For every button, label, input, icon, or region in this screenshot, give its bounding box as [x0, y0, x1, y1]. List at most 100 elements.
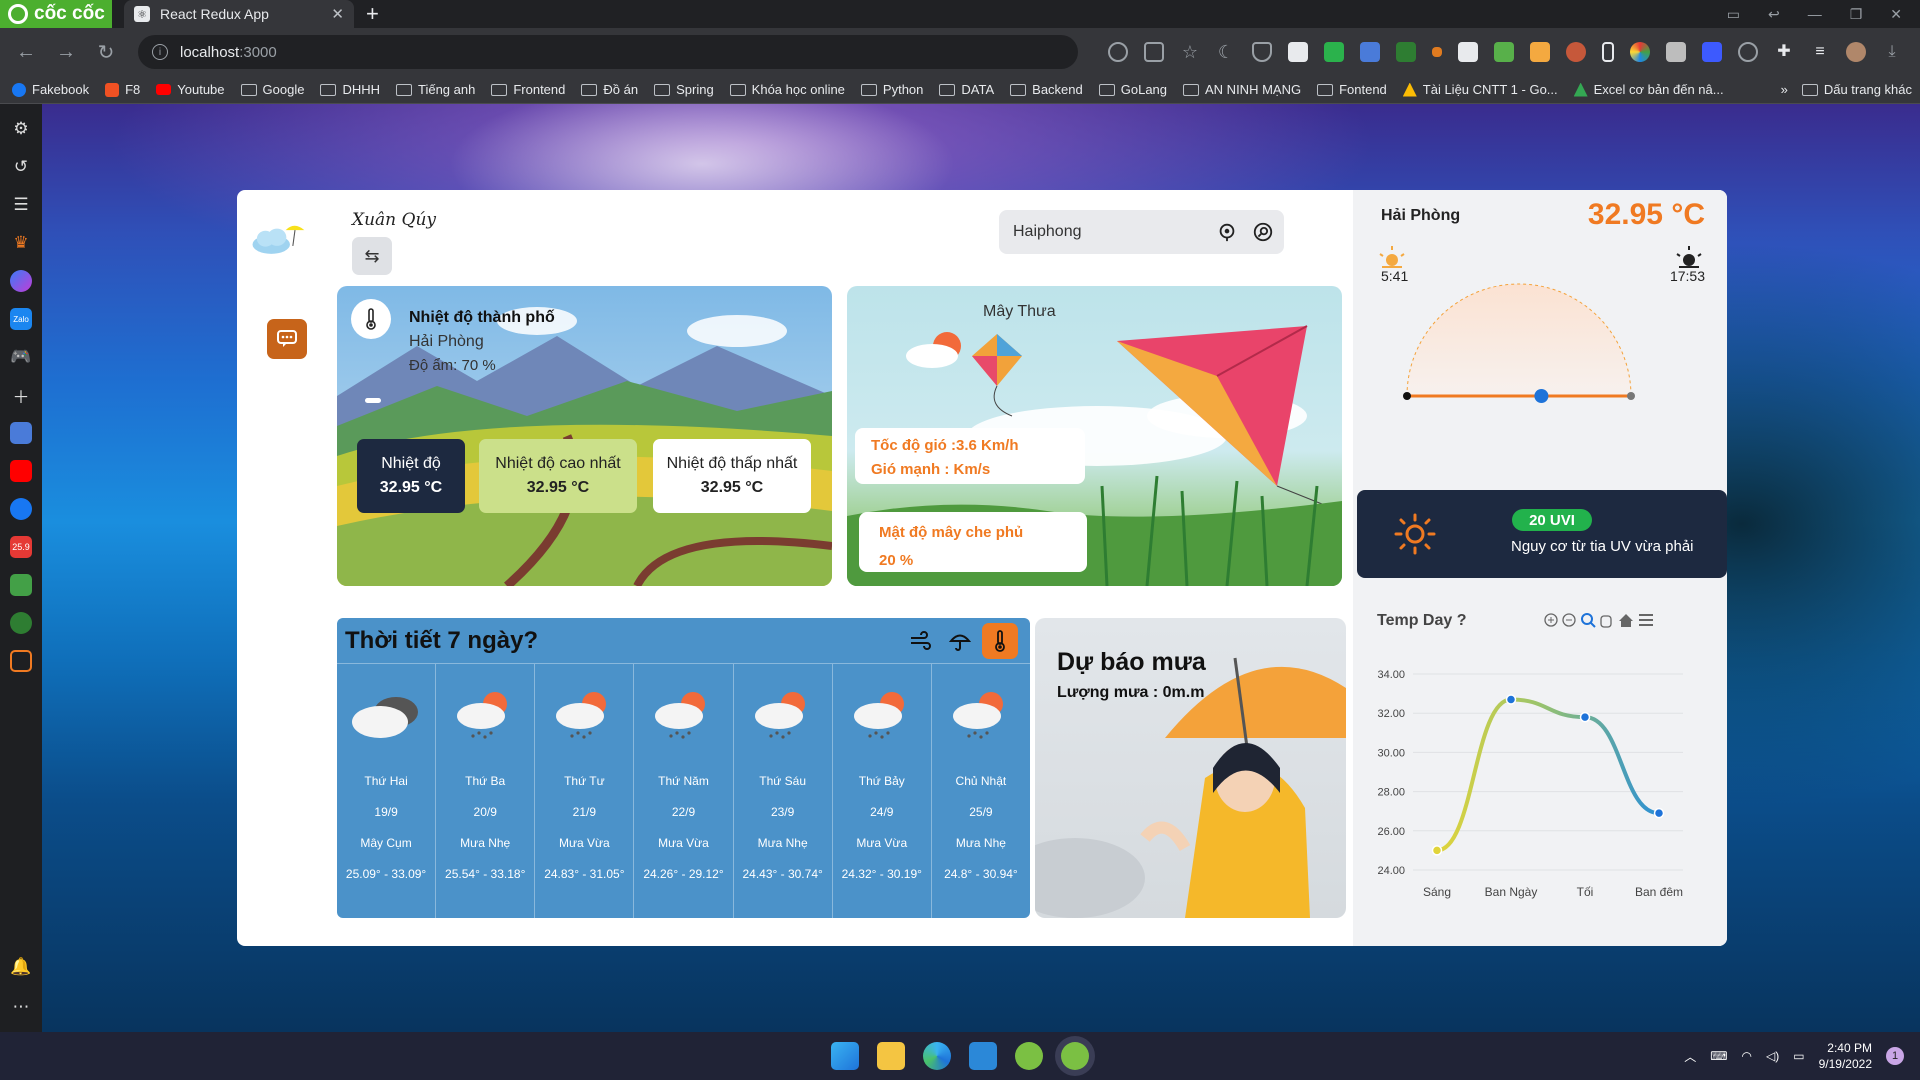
- youtube-app-icon[interactable]: [10, 460, 32, 482]
- bookmark-folder[interactable]: Frontend: [491, 82, 565, 97]
- bookmark-folder[interactable]: Đồ án: [581, 82, 638, 97]
- forward-icon[interactable]: →: [46, 41, 86, 64]
- close-window-icon[interactable]: ✕: [1890, 6, 1902, 23]
- zoom-out-icon[interactable]: [1562, 613, 1576, 627]
- bookmark-item[interactable]: F8: [105, 82, 140, 97]
- data-point[interactable]: [1653, 807, 1665, 819]
- bookmark-item[interactable]: Tài Liệu CNTT 1 - Go...: [1402, 82, 1558, 97]
- temperature-mode-button[interactable]: [982, 622, 1018, 659]
- forecast-day[interactable]: Thứ Sáu 23/9 Mưa Nhẹ 24.43° - 30.74°: [734, 664, 833, 918]
- crown-icon[interactable]: ♛: [10, 232, 32, 254]
- home-icon[interactable]: [1619, 614, 1633, 627]
- bookmark-item[interactable]: Fakebook: [12, 82, 89, 97]
- bookmark-folder[interactable]: Fontend: [1317, 82, 1387, 97]
- share-icon[interactable]: [1144, 42, 1164, 62]
- bookmark-folder-other[interactable]: Dấu trang khác: [1801, 82, 1912, 97]
- umbrella-mode-button[interactable]: [942, 623, 978, 659]
- language-icon[interactable]: ⌨: [1710, 1049, 1727, 1063]
- shop-app-icon[interactable]: [10, 650, 32, 672]
- extension-icon-1[interactable]: [1396, 42, 1416, 62]
- back-arrow-icon[interactable]: ↩: [1768, 6, 1780, 23]
- clock[interactable]: 2:40 PM 9/19/2022: [1819, 1040, 1872, 1072]
- minimize-icon[interactable]: —: [1808, 6, 1822, 23]
- phone-icon[interactable]: [1602, 42, 1614, 62]
- extension-icon-8[interactable]: [1702, 42, 1722, 62]
- extension-icon-7[interactable]: [1666, 42, 1686, 62]
- news-app-icon[interactable]: 25.9: [10, 536, 32, 558]
- bookmarks-more-button[interactable]: »: [1781, 82, 1788, 97]
- chevron-up-icon[interactable]: ︿: [1684, 1048, 1696, 1065]
- bookmark-folder[interactable]: DHHH: [320, 82, 380, 97]
- bookmark-folder[interactable]: Spring: [654, 82, 714, 97]
- url-field[interactable]: i localhost:3000: [138, 35, 1078, 69]
- battery-icon[interactable]: ▭: [1793, 1049, 1804, 1063]
- forecast-day[interactable]: Thứ Năm 22/9 Mưa Vừa 24.26° - 29.12°: [634, 664, 734, 918]
- chat-button[interactable]: [267, 319, 307, 359]
- chat-app-icon[interactable]: [10, 612, 32, 634]
- locate-icon[interactable]: [1216, 221, 1238, 243]
- vpn-extension-icon[interactable]: [1324, 42, 1344, 62]
- calendar-app-icon[interactable]: [10, 574, 32, 596]
- volume-icon[interactable]: ◁): [1766, 1049, 1779, 1063]
- wind-mode-button[interactable]: [902, 623, 938, 659]
- bookmark-folder[interactable]: Khóa học online: [729, 82, 845, 97]
- new-tab-button[interactable]: +: [366, 1, 379, 27]
- coccoc-logo[interactable]: cốc cốc: [0, 0, 112, 28]
- reading-list-icon[interactable]: ☰: [10, 194, 32, 216]
- shield-icon[interactable]: [1252, 42, 1272, 62]
- site-info-icon[interactable]: i: [152, 44, 168, 60]
- back-icon[interactable]: ←: [6, 41, 46, 64]
- dark-mode-icon[interactable]: ☾: [1216, 42, 1236, 62]
- playlist-icon[interactable]: ≡: [1810, 42, 1830, 62]
- city-search-input[interactable]: Haiphong: [999, 210, 1284, 254]
- star-icon[interactable]: ☆: [1180, 42, 1200, 62]
- extension-icon-6[interactable]: [1566, 42, 1586, 62]
- facebook-app-icon[interactable]: [10, 498, 32, 520]
- maximize-icon[interactable]: ❐: [1850, 6, 1863, 23]
- downloads-icon[interactable]: ⤓: [1882, 42, 1902, 62]
- forecast-day[interactable]: Thứ Bảy 24/9 Mưa Vừa 24.32° - 30.19°: [833, 664, 932, 918]
- edge-icon[interactable]: [923, 1042, 951, 1070]
- bookmark-folder[interactable]: Tiếng anh: [396, 82, 475, 97]
- thermometer-button[interactable]: [351, 299, 391, 339]
- start-windows-icon[interactable]: [831, 1042, 859, 1070]
- translate-icon[interactable]: [10, 422, 32, 444]
- close-tab-icon[interactable]: ✕: [331, 5, 344, 23]
- data-point[interactable]: [1579, 711, 1591, 723]
- data-point[interactable]: [1505, 694, 1517, 705]
- bookmark-folder[interactable]: DATA: [939, 82, 994, 97]
- bookmark-item[interactable]: Youtube: [156, 82, 225, 97]
- settings-icon[interactable]: ⚙: [10, 118, 32, 140]
- forecast-day[interactable]: Chủ Nhật 25/9 Mưa Nhẹ 24.8° - 30.94°: [932, 664, 1030, 918]
- more-options-icon[interactable]: ⋯: [10, 996, 32, 1018]
- bookmark-item[interactable]: Excel cơ bản đến nâ...: [1573, 82, 1724, 97]
- download-icon[interactable]: [1288, 42, 1308, 62]
- compass-icon[interactable]: [1738, 42, 1758, 62]
- bookmark-folder[interactable]: Backend: [1010, 82, 1083, 97]
- extension-icon-5[interactable]: [1530, 42, 1550, 62]
- bookmark-folder[interactable]: Google: [240, 82, 304, 97]
- forecast-day[interactable]: Thứ Ba 20/9 Mưa Nhẹ 25.54° - 33.18°: [436, 664, 536, 918]
- puzzle-icon[interactable]: ✚: [1774, 42, 1794, 62]
- zalo-icon[interactable]: Zalo: [10, 308, 32, 330]
- notification-bell-icon[interactable]: 🔔: [10, 956, 32, 978]
- search-icon[interactable]: [1252, 221, 1274, 243]
- add-app-icon[interactable]: ＋: [10, 384, 32, 407]
- notification-badge[interactable]: 1: [1886, 1047, 1904, 1065]
- bookmark-folder[interactable]: AN NINH MẠNG: [1183, 82, 1301, 97]
- screenshot-icon[interactable]: ▭: [1727, 6, 1740, 23]
- forecast-day[interactable]: Thứ Tư 21/9 Mưa Vừa 24.83° - 31.05°: [535, 664, 635, 918]
- data-point[interactable]: [1431, 845, 1443, 856]
- messenger-icon[interactable]: [10, 270, 32, 292]
- magnifier-icon[interactable]: [1581, 613, 1596, 628]
- pan-hand-icon[interactable]: [1600, 615, 1612, 628]
- tab-active[interactable]: ⚛ React Redux App ✕: [124, 0, 354, 28]
- bookmark-folder[interactable]: Python: [860, 82, 923, 97]
- refresh-button[interactable]: ⇆: [352, 237, 392, 275]
- coccoc-active-taskbar-icon[interactable]: [1061, 1042, 1089, 1070]
- history-icon[interactable]: ↺: [10, 156, 32, 178]
- translate-extension-icon[interactable]: [1360, 42, 1380, 62]
- menu-icon[interactable]: [1639, 614, 1653, 626]
- reload-icon[interactable]: ↻: [86, 40, 126, 65]
- extension-icon-2[interactable]: [1432, 47, 1442, 57]
